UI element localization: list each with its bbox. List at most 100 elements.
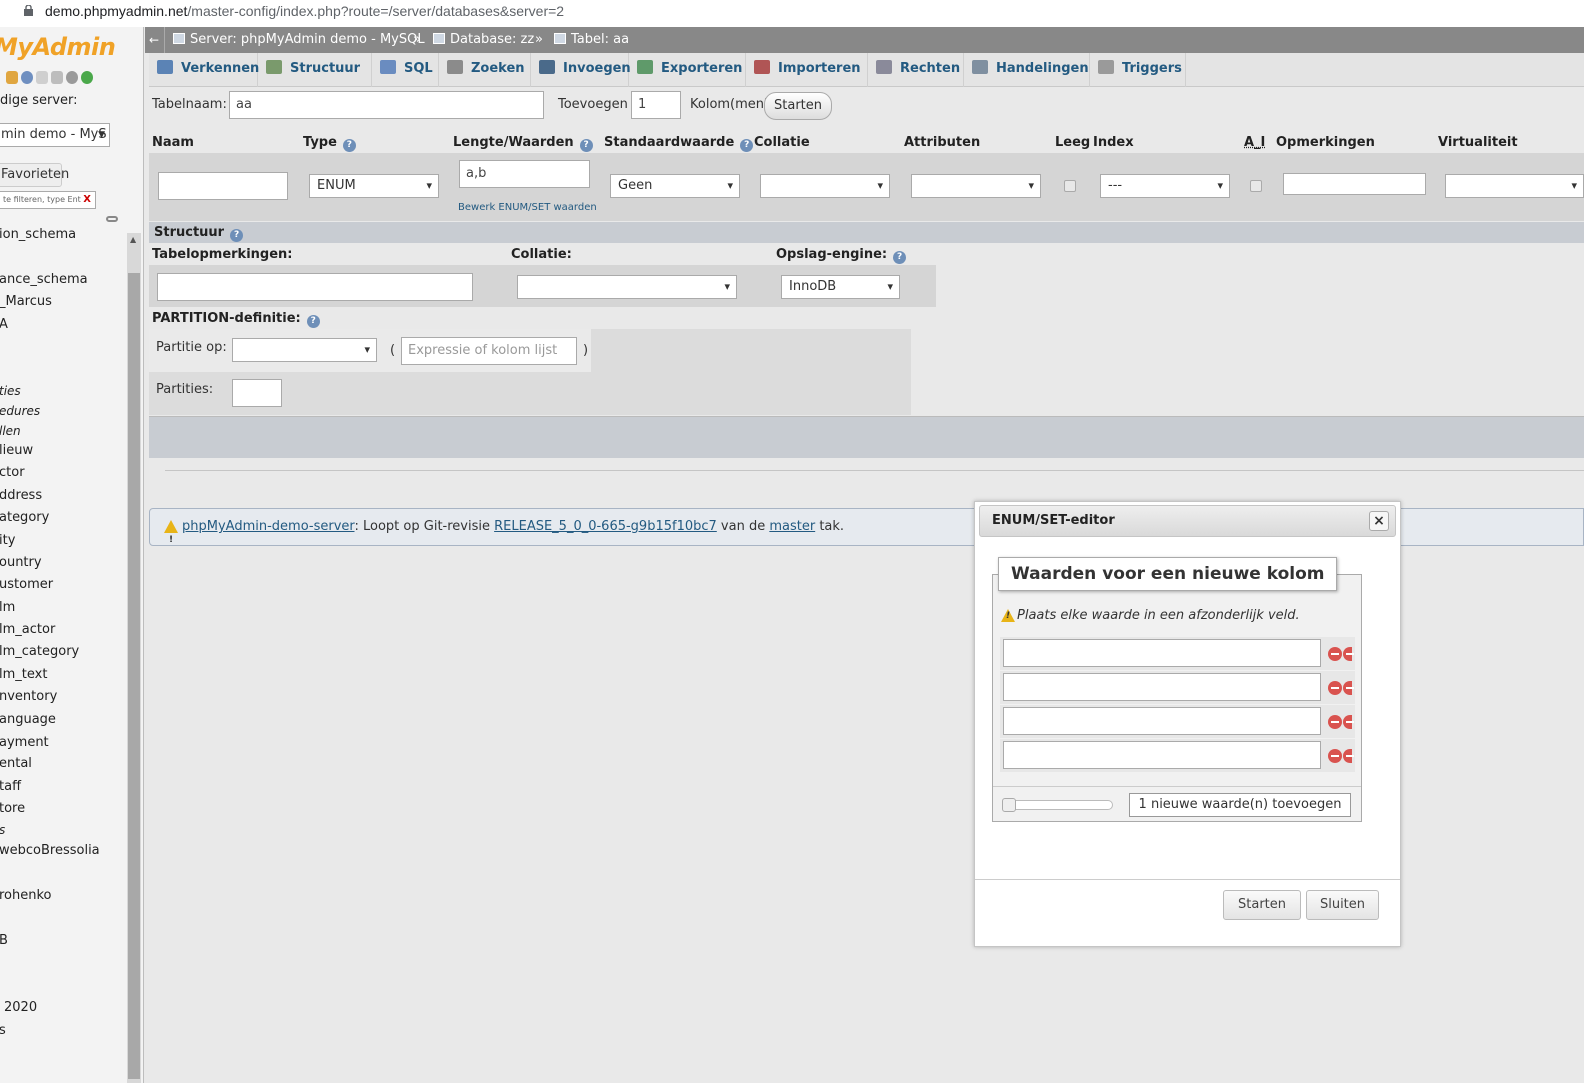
nav-tree-item[interactable]: tore <box>0 801 25 816</box>
tab-handelingen[interactable]: Handelingen <box>964 53 1090 87</box>
reload-icon[interactable] <box>81 71 93 84</box>
column-ai-checkbox[interactable] <box>1250 180 1262 192</box>
column-comments-input[interactable] <box>1283 173 1426 195</box>
partitions-count-input[interactable] <box>232 379 282 407</box>
value-input[interactable] <box>1003 707 1321 735</box>
doc-page-icon[interactable] <box>51 71 63 84</box>
filter-input[interactable]: te filteren, type Ent X <box>0 191 96 209</box>
nav-scrollbar-thumb[interactable] <box>128 273 140 1079</box>
link-icon[interactable] <box>106 216 118 222</box>
nav-tree-item[interactable]: ion_schema <box>0 227 76 242</box>
phpmyadmin-logo[interactable]: MyAdmin <box>0 33 116 61</box>
column-attributes-select[interactable] <box>911 174 1041 198</box>
master-branch-link[interactable]: master <box>769 519 815 534</box>
edit-enum-set-link[interactable]: Bewerk ENUM/SET waarden <box>458 202 597 213</box>
tab-verkennen[interactable]: Verkennen <box>149 53 259 87</box>
scroll-up-icon[interactable]: ▲ <box>130 235 136 244</box>
help-icon[interactable]: ? <box>893 251 907 264</box>
nav-tree-item[interactable]: webcoBressolia <box>0 843 100 858</box>
nav-tree-item[interactable]: ayment <box>0 735 49 750</box>
tab-rechten[interactable]: Rechten <box>868 53 964 87</box>
nav-tree-item[interactable]: ustomer <box>0 577 53 592</box>
close-icon[interactable]: × <box>1369 511 1389 531</box>
slider-knob[interactable] <box>1002 798 1016 812</box>
nav-tree-item[interactable]: s <box>0 1023 6 1038</box>
nav-tree-item[interactable]: anguage <box>0 712 56 727</box>
go-button[interactable]: Starten <box>764 92 832 120</box>
drop-value-icon[interactable] <box>1343 647 1354 661</box>
help-icon[interactable]: ? <box>740 139 754 152</box>
partition-expression-input[interactable]: Expressie of kolom lijst <box>401 337 577 365</box>
nav-tree-item[interactable]: _Marcus <box>0 294 52 309</box>
demo-server-link[interactable]: phpMyAdmin-demo-server <box>182 519 355 534</box>
breadcrumb-database[interactable]: Database: zz <box>433 27 534 53</box>
home-icon[interactable] <box>6 71 18 84</box>
server-select[interactable]: min demo - MyS ▼ <box>0 123 110 147</box>
value-count-slider[interactable] <box>1002 798 1113 812</box>
column-index-select[interactable]: --- <box>1100 174 1230 198</box>
value-input[interactable] <box>1003 673 1321 701</box>
tab-importeren[interactable]: Importeren <box>746 53 868 87</box>
breadcrumb-server[interactable]: Server: phpMyAdmin demo - MySQL <box>173 27 425 53</box>
drop-value-icon[interactable] <box>1328 715 1342 729</box>
table-collation-select[interactable] <box>517 275 737 299</box>
nav-tree-item[interactable]: ental <box>0 756 32 771</box>
drop-value-icon[interactable] <box>1343 749 1354 763</box>
browser-url-bar[interactable]: demo.phpmyadmin.net/master-config/index.… <box>0 0 1584 27</box>
help-icon[interactable]: ? <box>342 139 356 152</box>
tablename-input[interactable]: aa <box>229 91 544 119</box>
column-default-select[interactable]: Geen <box>610 174 740 198</box>
value-input[interactable] <box>1003 741 1321 769</box>
nav-tree-item[interactable]: edures <box>0 404 40 418</box>
nav-tree-item[interactable]: ties <box>0 384 21 398</box>
partition-by-select[interactable] <box>232 338 377 362</box>
nav-tree-item[interactable]: A <box>0 317 8 332</box>
nav-tree-item[interactable]: ategory <box>0 510 49 525</box>
add-column-count-input[interactable]: 1 <box>631 91 681 119</box>
nav-tree-item[interactable]: s <box>0 823 5 837</box>
tab-structuur[interactable]: Structuur <box>258 53 372 87</box>
dialog-close-button[interactable]: Sluiten <box>1306 890 1379 920</box>
column-collation-select[interactable] <box>760 174 890 198</box>
nav-scrollbar[interactable]: ▲ <box>127 233 141 1083</box>
nav-tree-item[interactable]: ountry <box>0 555 42 570</box>
table-comments-input[interactable] <box>157 273 473 301</box>
nav-tree-item[interactable]: ity <box>0 533 15 548</box>
value-input[interactable] <box>1003 639 1321 667</box>
breadcrumb-table[interactable]: Tabel: aa <box>554 27 629 53</box>
column-type-select[interactable]: ENUM <box>309 174 439 198</box>
nav-tree-item[interactable]: 2020 <box>4 1000 37 1015</box>
nav-tree-item[interactable]: lm_text <box>0 667 47 682</box>
nav-tree-item[interactable]: llen <box>0 424 21 438</box>
help-icon[interactable]: ? <box>579 139 593 152</box>
column-null-checkbox[interactable] <box>1064 180 1076 192</box>
tab-zoeken[interactable]: Zoeken <box>439 53 531 87</box>
column-virtuality-select[interactable] <box>1445 174 1584 198</box>
column-name-input[interactable] <box>158 172 288 200</box>
tab-invoegen[interactable]: Invoegen <box>531 53 631 87</box>
nav-tree-item[interactable]: lieuw <box>0 443 33 458</box>
nav-tree-item[interactable]: lm <box>0 600 15 615</box>
column-length-input[interactable]: a,b <box>459 160 590 188</box>
drop-value-icon[interactable] <box>1328 749 1342 763</box>
tab-triggers[interactable]: Triggers <box>1090 53 1186 87</box>
drop-value-icon[interactable] <box>1328 681 1342 695</box>
favorites-button[interactable]: Favorieten <box>0 163 69 187</box>
nav-tree-item[interactable]: nventory <box>0 689 57 704</box>
nav-tree-item[interactable]: B <box>0 933 8 948</box>
nav-tree-item[interactable]: ance_schema <box>0 272 88 287</box>
add-values-button[interactable]: 1 nieuwe waarde(n) toevoegen <box>1129 793 1351 817</box>
help-icon[interactable]: ? <box>306 315 320 328</box>
nav-tree-item[interactable]: taff <box>0 779 21 794</box>
tab-exporteren[interactable]: Exporteren <box>629 53 746 87</box>
drop-value-icon[interactable] <box>1343 681 1354 695</box>
nav-tree-item[interactable]: lm_actor <box>0 622 55 637</box>
engine-select[interactable]: InnoDB <box>781 275 900 299</box>
nav-tree-item[interactable]: ddress <box>0 488 42 503</box>
drop-value-icon[interactable] <box>1343 715 1354 729</box>
nav-tree-item[interactable]: lm_category <box>0 644 79 659</box>
info-icon[interactable] <box>21 71 33 84</box>
nav-tree-item[interactable]: rohenko <box>0 888 52 903</box>
nav-tree-item[interactable]: ctor <box>0 465 25 480</box>
tab-sql[interactable]: SQL <box>372 53 439 87</box>
